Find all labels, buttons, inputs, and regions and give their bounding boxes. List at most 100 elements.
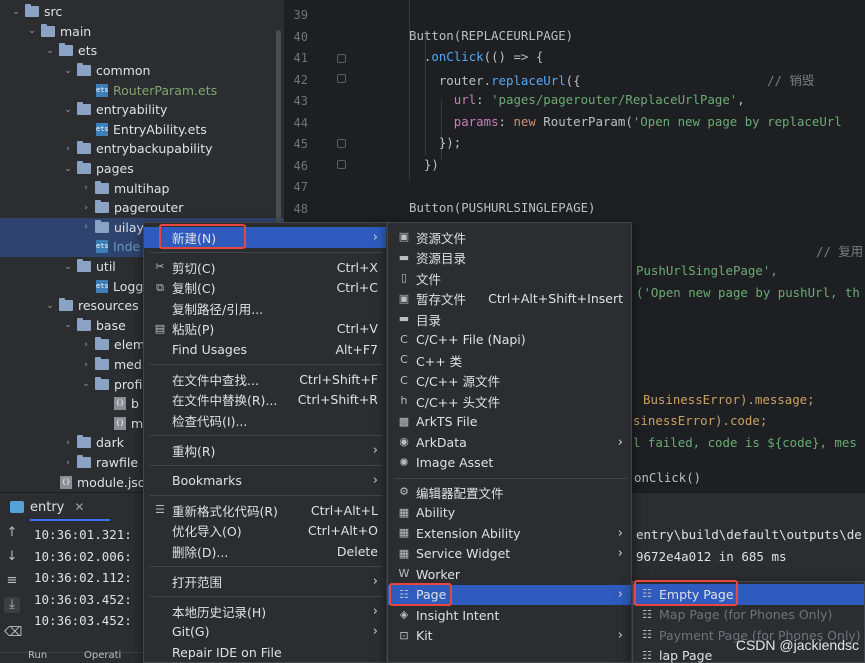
- tree-item-label: RouterParam.ets: [113, 82, 218, 98]
- chevron-right-icon[interactable]: ›: [80, 183, 92, 193]
- menu-item[interactable]: ▬ 目录: [388, 309, 631, 330]
- menu-item[interactable]: Find Usages Alt+F7: [144, 339, 386, 360]
- chevron-right-icon[interactable]: ›: [80, 222, 92, 232]
- tree-item[interactable]: ets EntryAbility.ets: [0, 120, 284, 140]
- menu-item[interactable]: ▯ 文件: [388, 268, 631, 289]
- menu-item[interactable]: ✂ 剪切(C) Ctrl+X: [144, 257, 386, 278]
- close-icon[interactable]: ✕: [74, 500, 84, 514]
- bottom-tab[interactable]: Run: [28, 650, 47, 661]
- menu-item[interactable]: ⊡ Kit ›: [388, 626, 631, 647]
- menu-item-label: 重构(R): [172, 443, 216, 459]
- menu-item[interactable]: 在文件中查找... Ctrl+Shift+F: [144, 369, 386, 390]
- chevron-down-icon[interactable]: ⌄: [62, 66, 74, 76]
- menu-item-label: Worker: [416, 566, 461, 582]
- menu-item[interactable]: ▬ 资源目录: [388, 248, 631, 269]
- menu-item[interactable]: ☰ 重新格式化代码(R) Ctrl+Alt+L: [144, 500, 386, 521]
- menu-item-shortcut: Delete: [336, 543, 378, 559]
- tree-item[interactable]: ⌄ main: [0, 22, 284, 42]
- fold-marker-icon[interactable]: [337, 74, 346, 83]
- menu-item[interactable]: 删除(D)... Delete: [144, 541, 386, 562]
- chevron-down-icon[interactable]: ⌄: [10, 7, 22, 17]
- bottom-tab[interactable]: Operati: [84, 650, 121, 661]
- ets-file-icon: ets: [96, 240, 109, 254]
- chevron-right-icon[interactable]: ›: [80, 203, 92, 213]
- chevron-right-icon[interactable]: ›: [62, 458, 74, 468]
- menu-item[interactable]: C C/C++ File (Napi): [388, 330, 631, 351]
- fold-marker-icon[interactable]: [337, 54, 346, 63]
- resource-file-icon: ▣: [398, 230, 410, 244]
- menu-item[interactable]: 在文件中替换(R)... Ctrl+Shift+R: [144, 390, 386, 411]
- menu-item[interactable]: W Worker: [388, 564, 631, 585]
- soft-wrap-icon[interactable]: ≡: [4, 573, 20, 589]
- menu-item[interactable]: C C++ 类: [388, 350, 631, 371]
- tree-item[interactable]: ⌄ common: [0, 61, 284, 81]
- menu-item[interactable]: ▣ 资源文件: [388, 227, 631, 248]
- tree-item-label: uilay: [114, 219, 144, 235]
- chevron-down-icon[interactable]: ⌄: [62, 105, 74, 115]
- menu-item[interactable]: C C/C++ 源文件: [388, 371, 631, 392]
- arrow-down-icon[interactable]: ↓: [4, 549, 20, 565]
- format-icon: ☰: [155, 503, 165, 517]
- folder-icon: ▬: [398, 312, 410, 326]
- menu-item[interactable]: 复制路径/引用...: [144, 298, 386, 319]
- chevron-down-icon[interactable]: ⌄: [62, 262, 74, 272]
- chevron-down-icon[interactable]: ⌄: [44, 46, 56, 56]
- menu-item[interactable]: ▦ Extension Ability ›: [388, 523, 631, 544]
- chevron-down-icon[interactable]: ⌄: [44, 301, 56, 311]
- chevron-right-icon[interactable]: ›: [80, 340, 92, 350]
- menu-item-label: 目录: [416, 312, 442, 328]
- tree-item[interactable]: ⌄ ets: [0, 41, 284, 61]
- fold-marker-icon[interactable]: [337, 160, 346, 169]
- menu-item-label: Image Asset: [416, 455, 494, 471]
- ets-file-icon: ets: [96, 279, 109, 293]
- menu-item[interactable]: 打开范围 ›: [144, 571, 386, 592]
- menu-item-label: Map Page (for Phones Only): [659, 607, 833, 623]
- menu-item[interactable]: ▣ 暂存文件 Ctrl+Alt+Shift+Insert: [388, 289, 631, 310]
- menu-item[interactable]: ✺ Image Asset: [388, 453, 631, 474]
- menu-item[interactable]: ⧉ 复制(C) Ctrl+C: [144, 278, 386, 299]
- tree-item[interactable]: ⌄ src: [0, 2, 284, 22]
- tree-item[interactable]: ⌄ entryability: [0, 100, 284, 120]
- menu-item[interactable]: 检查代码(I)...: [144, 410, 386, 431]
- menu-item[interactable]: Bookmarks ›: [144, 470, 386, 491]
- run-tab[interactable]: entry ✕: [0, 493, 140, 521]
- menu-item[interactable]: 优化导入(O) Ctrl+Alt+O: [144, 521, 386, 542]
- menu-item-label: Service Widget: [416, 546, 511, 562]
- chevron-down-icon[interactable]: ⌄: [80, 379, 92, 389]
- folder-icon: [77, 63, 91, 77]
- tree-item-label: elem: [114, 337, 146, 353]
- menu-item[interactable]: ▦ Ability: [388, 503, 631, 524]
- folder-icon: [95, 357, 109, 371]
- chevron-down-icon[interactable]: ⌄: [26, 26, 38, 36]
- scroll-to-end-icon[interactable]: ⤓: [4, 597, 20, 613]
- menu-item[interactable]: ▩ ArkTS File: [388, 412, 631, 433]
- menu-item[interactable]: 重构(R) ›: [144, 440, 386, 461]
- tree-item[interactable]: › multihap: [0, 178, 284, 198]
- tree-item[interactable]: ⌄ pages: [0, 159, 284, 179]
- tree-item[interactable]: › pagerouter: [0, 198, 284, 218]
- chevron-down-icon[interactable]: ⌄: [62, 320, 74, 330]
- folder-icon: [95, 376, 109, 390]
- gear-icon: ⚙: [399, 485, 409, 499]
- chevron-right-icon[interactable]: ›: [80, 360, 92, 370]
- menu-item[interactable]: Repair IDE on File: [144, 642, 386, 663]
- chevron-down-icon[interactable]: ⌄: [62, 164, 74, 174]
- menu-item[interactable]: ◈ Insight Intent: [388, 605, 631, 626]
- tree-item[interactable]: ets RouterParam.ets: [0, 80, 284, 100]
- menu-item[interactable]: Git(G) ›: [144, 622, 386, 643]
- menu-item[interactable]: ▤ 粘贴(P) Ctrl+V: [144, 319, 386, 340]
- menu-item[interactable]: h C/C++ 头文件: [388, 391, 631, 412]
- menu-item[interactable]: ⚙ 编辑器配置文件: [388, 482, 631, 503]
- chevron-right-icon[interactable]: ›: [62, 438, 74, 448]
- file-icon: ▯: [400, 271, 408, 285]
- code-line: params: new RouterParam('Open new page b…: [409, 114, 842, 129]
- chevron-right-icon[interactable]: ›: [62, 144, 74, 154]
- arrow-up-icon[interactable]: ↑: [4, 525, 20, 541]
- cpp-source-icon: C: [400, 373, 408, 387]
- tree-item[interactable]: › entrybackupability: [0, 139, 284, 159]
- menu-item[interactable]: ▦ Service Widget ›: [388, 544, 631, 565]
- menu-item[interactable]: 本地历史记录(H) ›: [144, 601, 386, 622]
- fold-marker-icon[interactable]: [337, 139, 346, 148]
- delete-icon[interactable]: ⌫: [4, 625, 22, 641]
- menu-item[interactable]: ◉ ArkData ›: [388, 432, 631, 453]
